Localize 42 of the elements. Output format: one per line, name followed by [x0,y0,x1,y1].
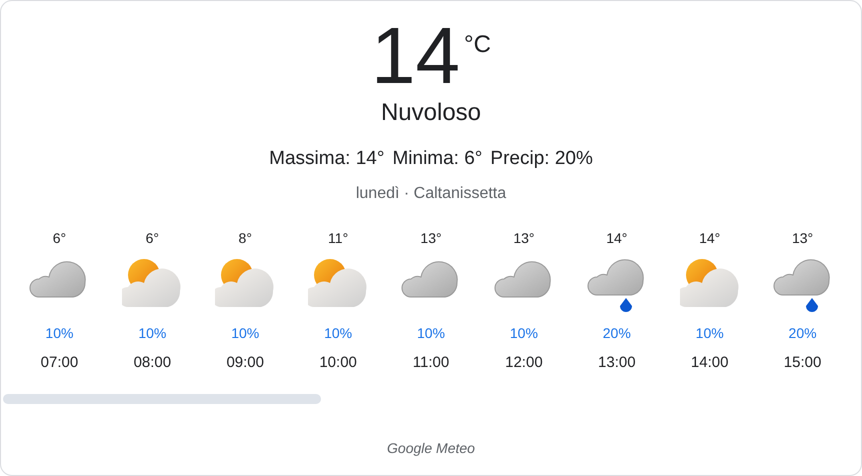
precipitation-chance: 10% [231,324,260,342]
precipitation-chance: 10% [45,324,74,342]
hour-temperature: 8° [238,228,252,248]
precipitation-chance: 10% [138,324,166,342]
scrollbar-thumb[interactable] [3,394,321,404]
hour-time: 12:00 [505,352,543,372]
hour-time: 08:00 [134,352,172,372]
hour-time: 14:00 [690,352,728,372]
hour-temperature: 14° [606,228,628,248]
hour-time: 07:00 [40,352,78,372]
sun-behind-cloud-icon [308,256,368,308]
sun-behind-cloud-icon [680,256,740,308]
precipitation-chance: 10% [696,324,724,342]
hour-time: 11:00 [412,352,450,372]
hour-temperature: 13° [792,228,814,248]
hour-temperature: 11° [328,228,348,248]
hour-time: 13:00 [598,352,636,372]
hour-temperature: 14° [699,228,720,248]
hour-time: 09:00 [226,352,264,372]
sun-behind-cloud-icon [215,256,276,308]
hour-temperature: 13° [420,228,442,248]
precipitation-chance: 10% [510,324,538,342]
rain-cloud-icon [772,256,833,314]
hour-temperature: 6° [52,228,66,248]
precipitation-chance: 20% [602,324,631,342]
hour-time: 10:00 [319,352,357,372]
weather-stat: Minima: 6° [392,147,482,171]
sun-behind-cloud-icon [122,256,182,308]
hour-time: 15:00 [784,352,822,372]
source-label: Google Meteo [387,439,475,458]
precipitation-chance: 10% [324,324,352,342]
day-location: lunedì · Caltanissetta [356,184,506,204]
temperature-unit: °C [464,30,491,60]
precipitation-chance: 20% [788,324,817,342]
weather-condition: Nuvoloso [380,99,482,127]
precipitation-chance: 10% [416,324,446,342]
rain-cloud-icon [586,256,647,314]
hour-temperature: 6° [146,228,160,248]
hour-temperature: 13° [513,228,534,248]
weather-stat: Massima: 14° [269,147,384,171]
weather-stat: Precip: 20% [490,147,593,171]
current-temperature: 14 [371,11,460,101]
